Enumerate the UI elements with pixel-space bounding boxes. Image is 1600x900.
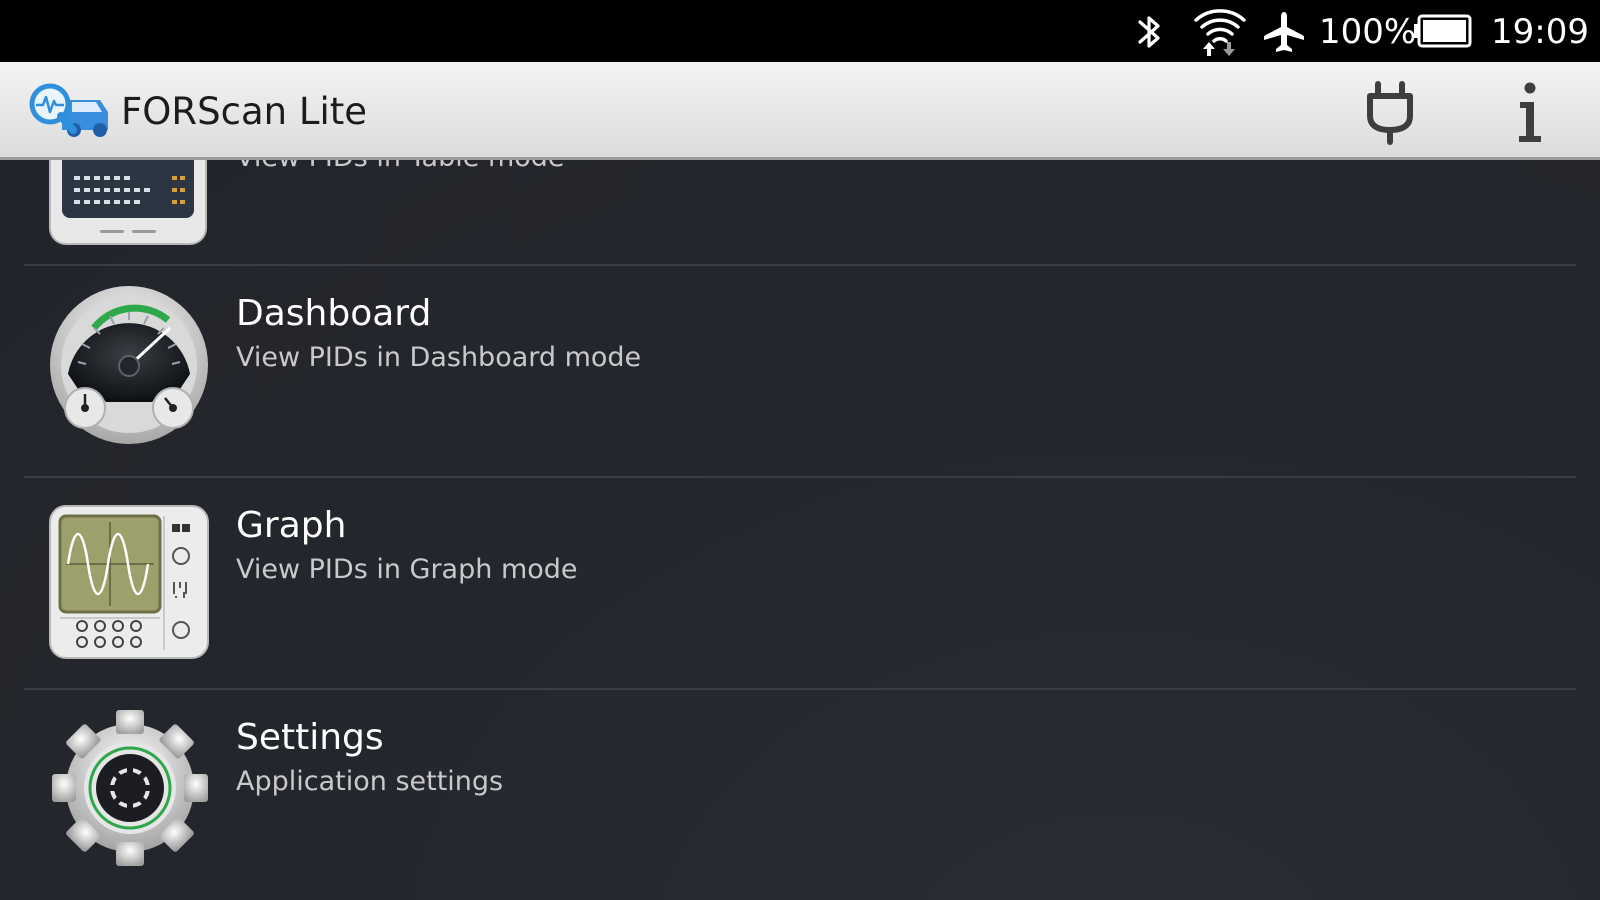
dashboard-gauge-icon <box>50 286 208 444</box>
menu-item-subtitle: View PIDs in Graph mode <box>236 554 578 585</box>
gear-icon <box>52 710 208 866</box>
airplane-mode-icon <box>1264 12 1304 52</box>
battery-percent: 100% <box>1319 12 1417 52</box>
connect-plug-icon[interactable] <box>1354 76 1426 148</box>
menu-item-settings[interactable]: Settings Application settings <box>0 690 1600 900</box>
table-monitor-icon <box>49 160 207 245</box>
bluetooth-icon <box>1138 16 1160 48</box>
menu-item-graph[interactable]: Graph View PIDs in Graph mode <box>0 478 1600 688</box>
wifi-icon <box>1194 9 1246 56</box>
app-bar: FORScan Lite <box>0 62 1600 160</box>
app-title: FORScan Lite <box>121 90 367 133</box>
clock: 19:09 <box>1491 12 1589 52</box>
info-icon[interactable] <box>1494 76 1566 148</box>
main-menu-list: View PIDs in Table mode <box>0 160 1600 900</box>
menu-item-subtitle: Application settings <box>236 766 504 797</box>
menu-item-subtitle: View PIDs in Table mode <box>236 160 565 176</box>
battery-icon <box>1414 14 1472 48</box>
oscilloscope-graph-icon <box>49 505 209 659</box>
app-logo-icon <box>29 83 108 137</box>
status-bar: 100% 19:09 <box>0 0 1600 62</box>
menu-item-title: Dashboard <box>236 293 432 334</box>
menu-item-title: Settings <box>236 717 384 758</box>
menu-item-title: Graph <box>236 505 347 546</box>
menu-item-subtitle: View PIDs in Dashboard mode <box>236 342 642 373</box>
menu-item-dashboard[interactable]: Dashboard View PIDs in Dashboard mode <box>0 266 1600 476</box>
